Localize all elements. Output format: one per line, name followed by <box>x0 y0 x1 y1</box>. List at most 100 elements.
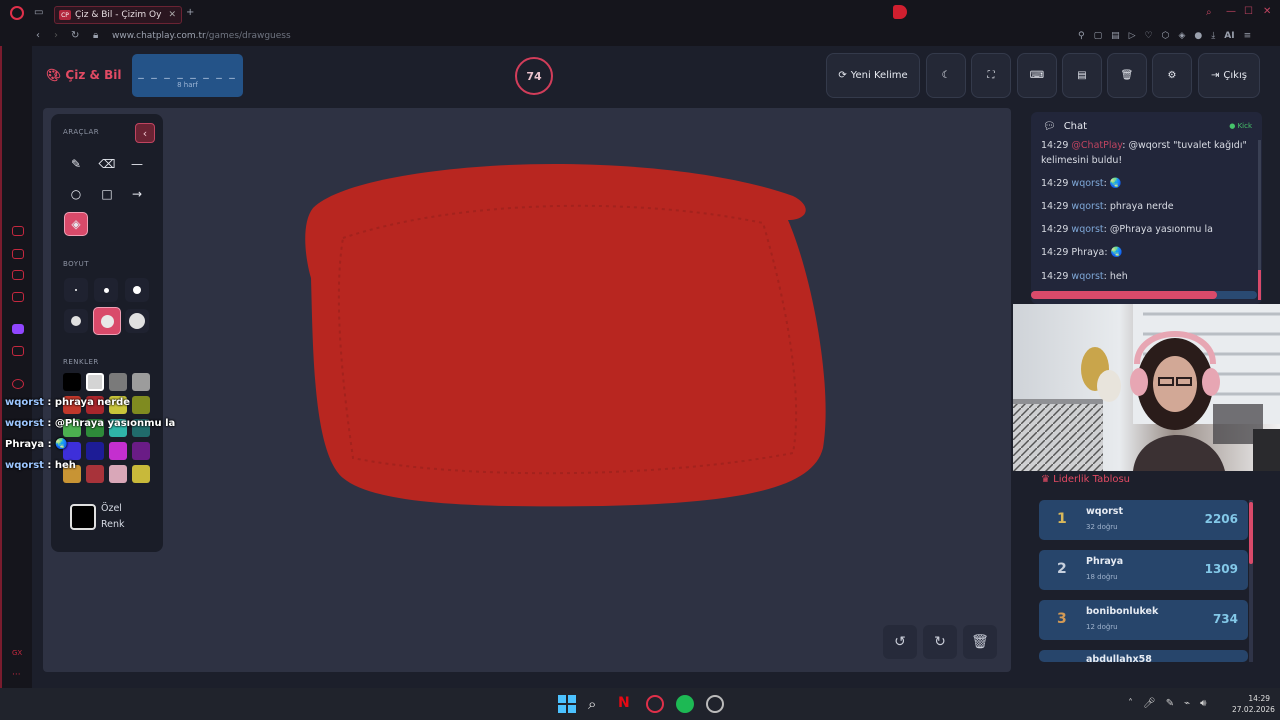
sidebar-app-icon[interactable] <box>12 346 24 356</box>
clear-button[interactable]: 🗑︎ <box>1107 53 1147 98</box>
start-icon[interactable] <box>558 695 576 713</box>
collapse-tools-button[interactable]: ‹ <box>135 123 155 143</box>
custom-color-picker[interactable] <box>70 504 96 530</box>
profile-icon[interactable]: ● <box>1194 31 1202 41</box>
clear-canvas-button[interactable]: 🗑︎ <box>963 625 997 659</box>
size-option-4[interactable] <box>64 309 88 333</box>
sidebar-player-icon[interactable] <box>12 379 24 389</box>
color-swatch[interactable] <box>132 396 150 414</box>
color-swatch[interactable] <box>86 442 104 460</box>
extensions-icon[interactable]: ◈ <box>1178 31 1185 41</box>
exit-button[interactable]: ⇥ Çıkış <box>1198 53 1260 98</box>
taskbar-search-icon[interactable]: ⌕ <box>588 695 606 713</box>
msg-user[interactable]: wqorst <box>1071 224 1103 235</box>
size-option-1[interactable] <box>64 278 88 302</box>
network-icon[interactable]: ⌁ <box>1184 698 1190 709</box>
sidebar-speed-icon[interactable] <box>12 226 24 236</box>
clock[interactable]: 14:29 27.02.2026 <box>1232 693 1275 715</box>
back-icon[interactable]: ‹ <box>36 30 40 41</box>
color-swatch[interactable] <box>132 373 150 391</box>
ai-label[interactable]: AI <box>1224 31 1234 41</box>
new-tab-icon[interactable]: + <box>186 7 194 18</box>
snapshot-icon[interactable]: ▢ <box>1094 31 1103 41</box>
play-icon[interactable]: ▷ <box>1129 31 1136 41</box>
color-swatch[interactable] <box>86 373 104 391</box>
line-tool[interactable]: — <box>125 152 149 176</box>
pin-icon[interactable]: ⚲ <box>1078 31 1085 41</box>
msg-user[interactable]: wqorst <box>1071 201 1103 212</box>
app-logo[interactable]: 🎨︎ Çiz & Bil <box>46 68 122 82</box>
minimize-icon[interactable]: — <box>1226 6 1236 17</box>
tab-chatplay[interactable]: CP Çiz & Bil - Çizim Oy ✕ <box>54 6 182 24</box>
sidebar-messenger-icon[interactable] <box>12 270 24 280</box>
menu-icon[interactable]: ≡ <box>1244 31 1252 41</box>
pen-icon[interactable]: ✎ <box>1166 698 1174 709</box>
color-swatch[interactable] <box>132 442 150 460</box>
drawing-canvas[interactable] <box>43 108 1011 672</box>
download-icon[interactable]: ⤓ <box>1211 31 1215 41</box>
volume-icon[interactable]: 🔊︎ <box>1200 698 1206 709</box>
leaderboard-scroll-thumb[interactable] <box>1249 502 1253 564</box>
forward-icon[interactable]: › <box>54 30 58 41</box>
chat-scrollbar-horizontal[interactable] <box>1031 291 1257 299</box>
bookmarks-icon[interactable]: ▤ <box>1111 31 1120 41</box>
chat-scrollbar-vertical[interactable] <box>1258 140 1261 300</box>
leaderboard-row[interactable]: 3 bonibonlukek 12 doğru 734 <box>1039 600 1248 640</box>
cube-icon[interactable]: ⬡ <box>1162 31 1170 41</box>
undo-button[interactable]: ↺ <box>883 625 917 659</box>
eraser-tool[interactable]: ⌫ <box>95 152 119 176</box>
leaderboard-row[interactable]: abdullahx58 <box>1039 650 1248 662</box>
color-swatch[interactable] <box>109 465 127 483</box>
heart-icon[interactable]: ♡ <box>1145 31 1153 41</box>
fullscreen-button[interactable]: ⛶ <box>971 53 1011 98</box>
theme-toggle-button[interactable]: ☾ <box>926 53 966 98</box>
color-swatch[interactable] <box>132 465 150 483</box>
close-window-icon[interactable]: ✕ <box>1263 6 1271 17</box>
tab-list-icon[interactable]: ▭ <box>34 7 43 18</box>
msg-user[interactable]: Phraya <box>1071 247 1104 258</box>
reload-icon[interactable]: ↻ <box>71 30 79 41</box>
search-icon[interactable]: ⌕ <box>1206 7 1212 18</box>
sidebar-more-icon[interactable]: ··· <box>12 670 24 680</box>
settings-button[interactable]: ⚙ <box>1152 53 1192 98</box>
size-option-3[interactable] <box>125 278 149 302</box>
sidebar-mail-icon[interactable] <box>12 292 24 302</box>
fill-tool[interactable]: ◈ <box>64 212 88 236</box>
msg-user[interactable]: wqorst <box>1071 271 1103 282</box>
leaderboard-row[interactable]: 1 wqorst 32 doğru 2206 <box>1039 500 1248 540</box>
chat-scroll-vthumb[interactable] <box>1258 270 1261 300</box>
leaderboard-scrollbar[interactable] <box>1249 500 1253 662</box>
microphone-icon[interactable]: 🎤︎ <box>1143 698 1156 709</box>
msg-user[interactable]: @ChatPlay <box>1071 140 1122 151</box>
netflix-icon[interactable]: N <box>618 695 636 713</box>
tab-close-icon[interactable]: ✕ <box>168 10 176 20</box>
keyboard-button[interactable]: ⌨ <box>1017 53 1057 98</box>
arrow-tool[interactable]: → <box>125 182 149 206</box>
url-field[interactable]: www.chatplay.com.tr/games/drawguess <box>112 31 291 41</box>
msg-user[interactable]: wqorst <box>1071 178 1103 189</box>
leaderboard-row[interactable]: 2 Phraya 18 doğru 1309 <box>1039 550 1248 590</box>
brush-tool[interactable]: ✎ <box>64 152 88 176</box>
color-swatch[interactable] <box>86 465 104 483</box>
opera-gx-taskbar-icon[interactable] <box>646 695 664 713</box>
spotify-icon[interactable] <box>676 695 694 713</box>
rectangle-tool[interactable]: □ <box>95 182 119 206</box>
circle-tool[interactable]: ○ <box>64 182 88 206</box>
size-option-5-selected[interactable] <box>93 307 121 335</box>
color-swatch[interactable] <box>109 373 127 391</box>
sidebar-twitch-icon[interactable] <box>12 324 24 334</box>
redo-button[interactable]: ↻ <box>923 625 957 659</box>
maximize-icon[interactable]: ☐ <box>1244 6 1253 17</box>
color-swatch[interactable] <box>63 373 81 391</box>
app-taskbar-icon[interactable] <box>706 695 724 713</box>
color-swatch[interactable] <box>109 442 127 460</box>
sidebar-ai-icon[interactable] <box>12 249 24 259</box>
chat-scroll-thumb[interactable] <box>1031 291 1217 299</box>
new-word-button[interactable]: ⟳ Yeni Kelime <box>826 53 920 98</box>
archive-button[interactable]: ▤ <box>1062 53 1102 98</box>
tray-chevron-icon[interactable]: ˄ <box>1128 698 1133 709</box>
opera-logo-icon[interactable] <box>10 6 24 20</box>
size-option-2[interactable] <box>94 278 118 302</box>
size-option-6[interactable] <box>125 309 149 333</box>
sidebar-gx-icon[interactable]: GX <box>12 649 24 659</box>
